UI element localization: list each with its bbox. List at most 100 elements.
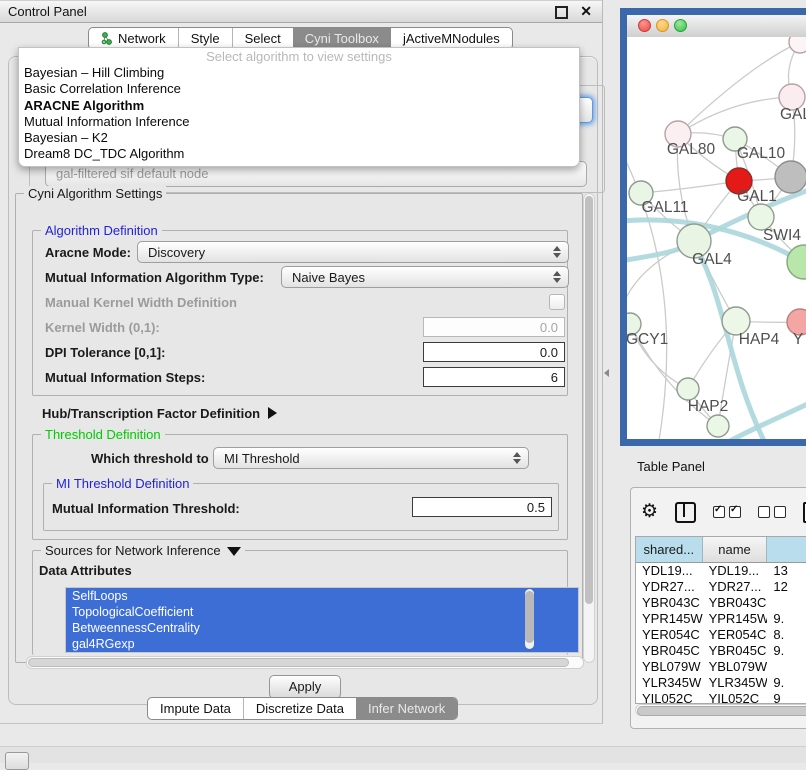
kernel-width-input[interactable]: 0.0 [423,317,565,337]
table-cell: YBR043C [703,595,768,611]
settings-vertical-scrollbar[interactable] [583,193,595,663]
settings-gear-icon[interactable]: ⚙ [641,502,658,522]
table-column-header[interactable]: name [703,537,768,562]
float-window-icon[interactable] [555,6,568,19]
show-columns-icon[interactable] [713,506,741,518]
table-cell: YIL052C [703,691,768,704]
mi-steps-input[interactable]: 6 [423,367,565,387]
tab-network[interactable]: Network [89,28,178,49]
network-canvas[interactable]: GALGAL80GAL10GAL1GAL11SWI4GAL4GCY1HAP4YH… [627,37,806,439]
table-panel: ⚙ shared...name YDL19...YDL19...13YDR27.… [630,487,806,729]
network-node[interactable] [707,415,729,437]
table-horizontal-scrollbar[interactable] [635,704,806,716]
settings-horizontal-scrollbar[interactable] [26,656,584,669]
hide-columns-icon[interactable] [758,506,786,518]
network-window-titlebar[interactable] [627,15,806,38]
mi-threshold-definition-group: MI Threshold Definition Mutual Informati… [43,483,559,531]
algorithm-option[interactable]: Mutual Information Inference [19,114,579,130]
tab-jactivemnodules[interactable]: jActiveMNodules [391,28,512,49]
combo-stepper-icon [553,246,561,258]
close-traffic-light-icon[interactable] [638,19,651,32]
collapsed-panel-button[interactable] [5,752,29,770]
manual-kernel-width-checkbox[interactable] [549,294,565,310]
data-attributes-list[interactable]: SelfLoopsTopologicalCoefficientBetweenne… [65,587,579,653]
network-node-label: GAL4 [692,251,732,268]
column-selector-icon[interactable] [675,502,696,523]
aracne-mode-label: Aracne Mode: [45,245,131,260]
table-cell: YDR27... [703,579,768,595]
dpi-tolerance-input[interactable]: 0.0 [423,342,565,362]
table-body: YDL19...YDL19...13YDR27...YDR27...12YBR0… [636,563,806,704]
algorithm-option[interactable]: Dream8 DC_TDC Algorithm [19,146,579,162]
bottom-tab-discretize-data[interactable]: Discretize Data [243,698,356,719]
aracne-mode-combobox[interactable]: Discovery [137,241,569,263]
tab-label: Select [245,31,281,46]
table-row[interactable]: YPR145WYPR145W9. [636,611,806,627]
table-row[interactable]: YDR27...YDR27...12 [636,579,806,595]
apply-button[interactable]: Apply [269,675,341,699]
table-row[interactable]: YLR345WYLR345W9. [636,675,806,691]
close-window-icon[interactable]: ✕ [580,3,592,20]
popup-placeholder: Select algorithm to view settings [19,48,579,65]
network-node[interactable] [775,161,806,193]
bottom-tab-infer-network[interactable]: Infer Network [356,698,457,719]
mi-algorithm-type-combobox[interactable]: Naive Bayes [281,266,569,288]
attribute-list-item[interactable]: TopologicalCoefficient [66,604,578,620]
tab-select[interactable]: Select [232,28,293,49]
table-cell: YDL19... [636,563,703,579]
table-column-header[interactable] [767,537,806,562]
network-edge[interactable] [641,181,739,193]
network-node[interactable] [787,245,806,279]
table-panel-toolbar: ⚙ [641,498,806,526]
sources-legend-label: Sources for Network Inference [45,543,221,558]
table-cell: 9. [767,643,806,659]
algorithm-option[interactable]: Bayesian – K2 [19,130,579,146]
data-attributes-label: Data Attributes [39,563,132,578]
mi-algorithm-type-label: Mutual Information Algorithm Type: [45,270,264,285]
mi-threshold-label: Mutual Information Threshold: [52,501,240,516]
minimize-traffic-light-icon[interactable] [656,19,669,32]
table-row[interactable]: YBL079WYBL079W [636,659,806,675]
algorithm-definition-legend: Algorithm Definition [41,223,162,238]
zoom-traffic-light-icon[interactable] [674,19,687,32]
hub-definition-toggle[interactable]: Hub/Transcription Factor Definition [42,406,277,421]
bottom-tab-label: Infer Network [368,701,445,716]
table-cell: YBR045C [636,643,703,659]
algorithm-option[interactable]: Bayesian – Hill Climbing [19,65,579,81]
mi-steps-label: Mutual Information Steps: [45,370,205,385]
attributes-vertical-scrollbar[interactable] [525,589,534,649]
network-view-window: GALGAL80GAL10GAL1GAL11SWI4GAL4GCY1HAP4YH… [620,8,806,446]
algorithm-option[interactable]: ARACNE Algorithm [19,98,579,114]
attribute-list-item[interactable]: BetweennessCentrality [66,620,578,636]
combo-stepper-icon [513,452,521,464]
table-row[interactable]: YBR045CYBR045C9. [636,643,806,659]
network-node-hap2[interactable] [677,378,699,400]
tab-style[interactable]: Style [178,28,232,49]
tab-cyni-toolbox[interactable]: Cyni Toolbox [293,28,391,49]
table-cell: 9 [767,691,806,704]
table-row[interactable]: YDL19...YDL19...13 [636,563,806,579]
algorithm-option[interactable]: Basic Correlation Inference [19,81,579,97]
table-cell: YLR345W [636,675,703,691]
table-row[interactable]: YBR043CYBR043C [636,595,806,611]
network-node[interactable] [789,37,806,53]
table-cell: 8. [767,627,806,643]
bottom-tabstrip: Impute DataDiscretize Data Infer Network [147,697,458,720]
panel-divider-handle[interactable] [604,369,609,377]
attribute-list-item[interactable]: SelfLoops [66,588,578,604]
mi-threshold-input[interactable]: 0.5 [412,497,552,517]
network-node-label: SWI4 [763,227,801,244]
attribute-list-item[interactable]: gal4RGexp [66,636,578,652]
dpi-tolerance-label: DPI Tolerance [0,1]: [45,345,165,360]
table-row[interactable]: YIL052CYIL052C9 [636,691,806,704]
sources-legend[interactable]: Sources for Network Inference [41,543,245,558]
table-column-header[interactable]: shared... [636,537,703,562]
table-cell [767,659,806,675]
which-threshold-combobox[interactable]: MI Threshold [213,447,529,469]
threshold-definition-group: Threshold Definition Which threshold to … [32,434,568,540]
status-bar [0,746,806,763]
table-cell: 9. [767,611,806,627]
table-cell: YBL079W [703,659,768,675]
bottom-tab-impute-data[interactable]: Impute Data [148,698,243,719]
table-row[interactable]: YER054CYER054C8. [636,627,806,643]
